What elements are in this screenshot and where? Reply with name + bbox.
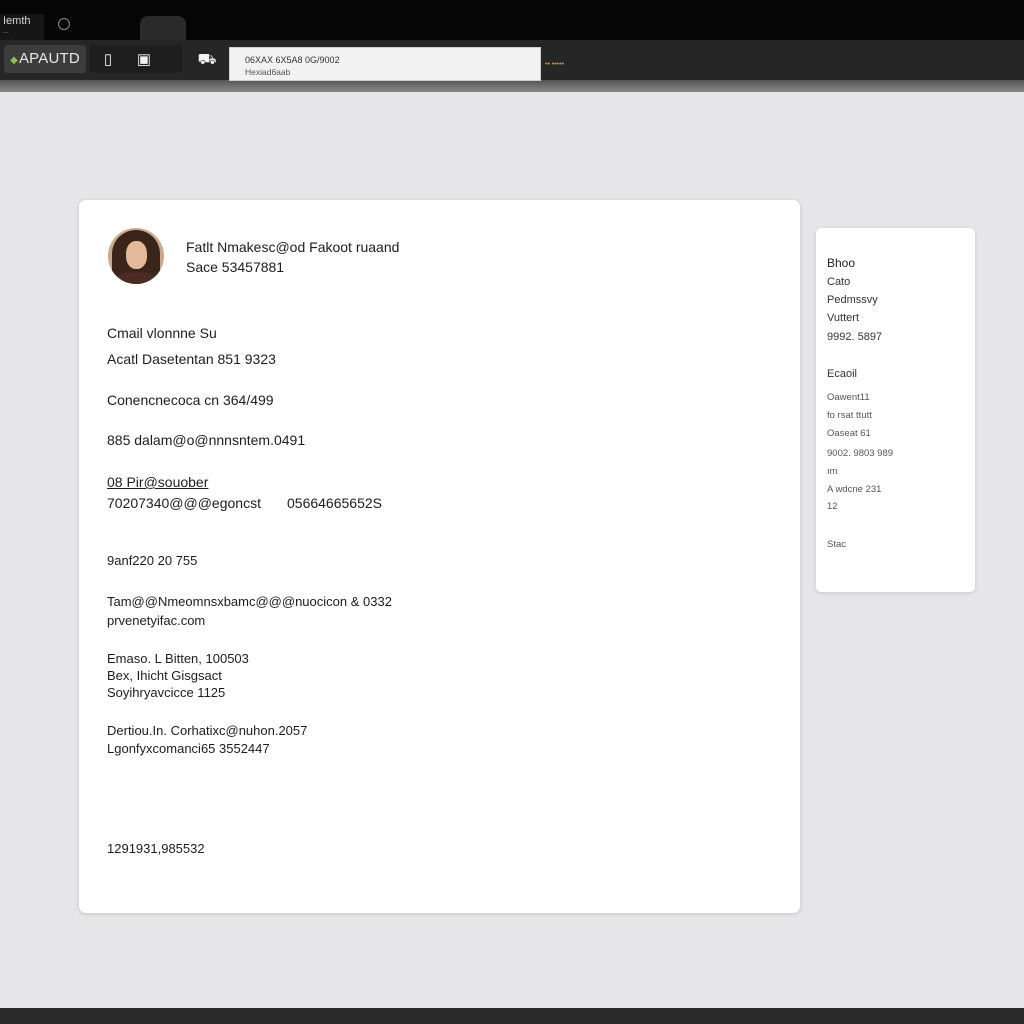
side-item: Cato bbox=[827, 276, 851, 288]
detail-address-2: Bex, Ihicht Gisgsact bbox=[107, 668, 222, 683]
side-footer: Stac bbox=[827, 539, 847, 550]
status-text: •• ••••• bbox=[545, 61, 565, 68]
side-item: Oaseat 61 bbox=[827, 428, 871, 439]
address-bar[interactable]: 06XAX 6X5A8 0G/9002 Hexiad6aab bbox=[229, 47, 541, 81]
profile-name: Fatlt Nmakesc@od Fakoot ruaand bbox=[186, 239, 400, 255]
side-item: fo rsat ttutt bbox=[827, 410, 872, 421]
side-item: 12 bbox=[827, 501, 838, 512]
side-item: Pedmssvy bbox=[827, 294, 878, 306]
side-item: 9992. 5897 bbox=[827, 331, 883, 343]
detail-website[interactable]: prvenetyifac.com bbox=[107, 612, 205, 630]
car-icon[interactable]: ⛟ bbox=[195, 48, 219, 72]
new-tab-icon[interactable] bbox=[58, 18, 70, 30]
side-section-title: Ecaoil bbox=[827, 368, 857, 380]
detail-phone-link[interactable]: 08 Pir@souober bbox=[107, 473, 208, 491]
detail-alt-email[interactable]: Tam@@Nmeomnsxbamc@@@nuocicon & 0332 bbox=[107, 593, 392, 611]
side-item: Oawent11 bbox=[827, 392, 870, 403]
profile-card: Fatlt Nmakesc@od Fakoot ruaand Sace 5345… bbox=[79, 200, 800, 913]
detail-address-3: Soyihryavcicce 1125 bbox=[107, 685, 226, 700]
detail-address-1: Emaso. L Bitten, 100503 bbox=[107, 651, 249, 666]
detail-account: Acatl Dasetentan 851 9323 bbox=[107, 351, 276, 367]
detail-email: Cmail vlonnne Su bbox=[107, 325, 217, 341]
address-line-1: 06XAX 6X5A8 0G/9002 bbox=[245, 55, 340, 65]
title-bar: Iemth ... bbox=[0, 0, 1024, 42]
browser-tab[interactable]: Iemth ... bbox=[0, 14, 44, 40]
detail-department: Dertiou.In. Corhatixc@nuhon.2057 bbox=[107, 723, 308, 738]
side-item: Bhoo bbox=[827, 256, 856, 270]
side-item: 9002. 9803 989 bbox=[827, 448, 894, 459]
side-item: Vuttert bbox=[827, 312, 859, 324]
status-indicator: •• ••••• bbox=[545, 61, 564, 68]
detail-connection: Conencnecoca cn 364/499 bbox=[107, 392, 274, 408]
avatar-face bbox=[126, 241, 147, 269]
side-info-panel: Bhoo Cato Pedmssvy Vuttert 9992. 5897 Ec… bbox=[816, 228, 975, 592]
detail-department-contact: Lgonfyxcomanci65 3552447 bbox=[107, 741, 270, 756]
browser-tab-2[interactable] bbox=[140, 16, 186, 42]
avatar[interactable] bbox=[108, 228, 164, 284]
brand-button[interactable]: ◆APAUTD bbox=[4, 45, 86, 73]
address-line-2: Hexiad6aab bbox=[245, 67, 291, 77]
side-item: A wdcne 231 bbox=[827, 484, 882, 495]
document-icon[interactable]: ▯ bbox=[96, 48, 120, 72]
brand-label: APAUTD bbox=[18, 50, 80, 67]
tab-label: Iemth bbox=[3, 15, 31, 27]
detail-phone-number: 05664665652S bbox=[287, 495, 382, 511]
bottom-bar bbox=[0, 1008, 1024, 1024]
card-footer-value: 1291931,985532 bbox=[107, 841, 205, 856]
detail-date: 9anf220 20 755 bbox=[107, 553, 198, 568]
detail-contact-email[interactable]: 885 dalam@o@nnnsntem.0491 bbox=[107, 431, 305, 449]
side-item: ım bbox=[827, 466, 838, 477]
profile-id: Sace 53457881 bbox=[186, 259, 285, 275]
tab-sublabel: ... bbox=[3, 28, 9, 35]
detail-phone-contact: 70207340@@@egoncst bbox=[107, 495, 261, 511]
brand-logo-icon: ◆ bbox=[10, 55, 18, 66]
gallery-icon[interactable]: ▣ bbox=[132, 48, 156, 72]
